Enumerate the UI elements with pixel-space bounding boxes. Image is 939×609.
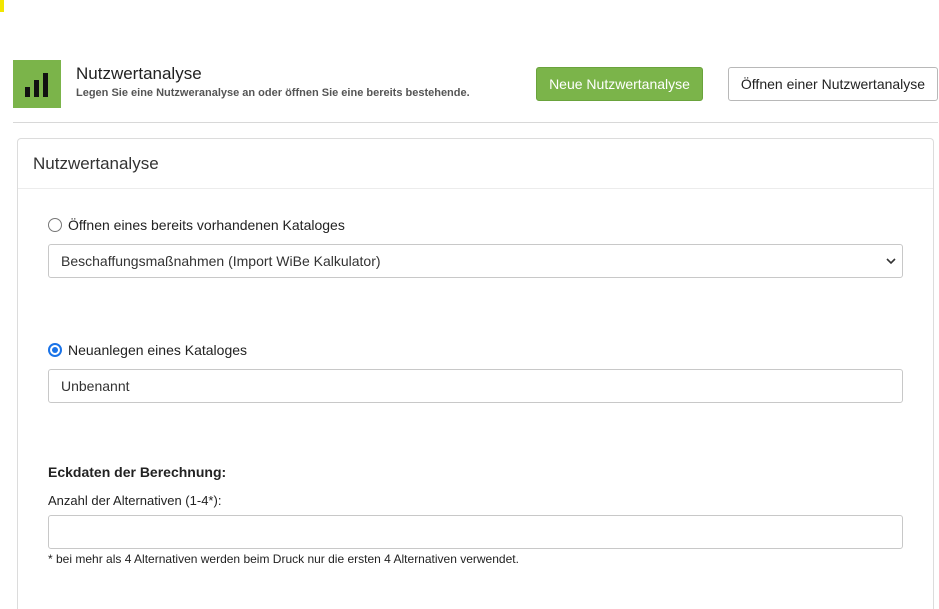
catalog-name-value: Unbenannt xyxy=(61,378,130,394)
catalog-select[interactable]: Beschaffungsmaßnahmen (Import WiBe Kalku… xyxy=(48,244,903,278)
header-divider xyxy=(13,122,938,123)
chevron-down-icon xyxy=(886,258,896,265)
app-subtitle: Legen Sie eine Nutzweranalyse an oder öf… xyxy=(76,87,470,99)
highlight-marker xyxy=(0,0,4,12)
page-header: Nutzwertanalyse Legen Sie eine Nutzweran… xyxy=(13,60,938,110)
open-catalog-label: Öffnen eines bereits vorhandenen Katalog… xyxy=(68,217,345,233)
open-catalog-option[interactable]: Öffnen eines bereits vorhandenen Katalog… xyxy=(48,217,345,233)
open-catalog-radio[interactable] xyxy=(48,218,62,232)
open-analysis-button[interactable]: Öffnen einer Nutzwertanalyse xyxy=(728,67,938,101)
analysis-panel: Nutzwertanalyse Öffnen eines bereits vor… xyxy=(17,138,934,609)
new-catalog-option[interactable]: Neuanlegen eines Kataloges xyxy=(48,342,247,358)
panel-header: Nutzwertanalyse xyxy=(18,139,933,189)
alternatives-footnote: * bei mehr als 4 Alternativen werden bei… xyxy=(48,552,519,566)
catalog-select-value: Beschaffungsmaßnahmen (Import WiBe Kalku… xyxy=(61,253,381,269)
new-catalog-label: Neuanlegen eines Kataloges xyxy=(68,342,248,358)
alternatives-label: Anzahl der Alternativen (1-4*): xyxy=(48,493,222,508)
catalog-name-input[interactable]: Unbenannt xyxy=(48,369,903,403)
alternatives-input[interactable] xyxy=(48,515,903,549)
basics-heading: Eckdaten der Berechnung: xyxy=(48,464,227,480)
new-analysis-button[interactable]: Neue Nutzwertanalyse xyxy=(536,67,703,101)
app-title: Nutzwertanalyse xyxy=(76,64,202,83)
chart-bars-icon xyxy=(13,60,61,108)
panel-title: Nutzwertanalyse xyxy=(33,153,159,173)
new-catalog-radio[interactable] xyxy=(48,343,62,357)
